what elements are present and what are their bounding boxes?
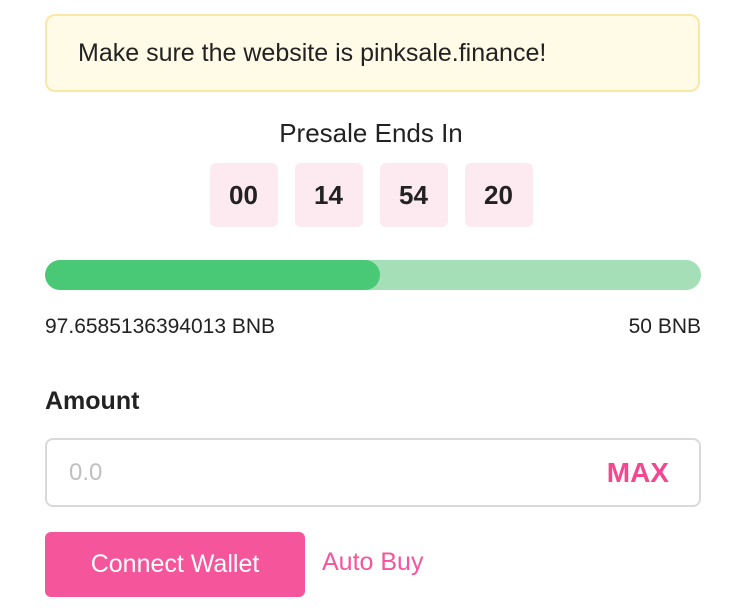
countdown-title: Presale Ends In — [279, 118, 463, 148]
notice-text: Make sure the website is pinksale.financ… — [78, 38, 547, 67]
connect-wallet-button[interactable]: Connect Wallet — [45, 532, 305, 597]
amount-field: MAX — [45, 438, 701, 507]
progress-bar — [45, 260, 701, 290]
timer-hours: 14 — [294, 163, 363, 227]
countdown-timer: 00 14 54 20 — [0, 163, 742, 227]
presale-panel: Make sure the website is pinksale.financ… — [0, 0, 742, 616]
cap-amount: 50 BNB — [628, 315, 701, 338]
raised-amount: 97.6585136394013 BNB — [45, 315, 276, 338]
auto-buy-link[interactable]: Auto Buy — [322, 548, 423, 577]
amount-input[interactable] — [69, 458, 607, 487]
progress-bar-fill — [45, 260, 380, 290]
timer-seconds: 20 — [464, 163, 533, 227]
max-button[interactable]: MAX — [607, 457, 669, 489]
timer-days: 00 — [209, 163, 278, 227]
timer-minutes: 54 — [379, 163, 448, 227]
progress-labels: 97.6585136394013 BNB 50 BNB — [45, 315, 701, 339]
amount-label: Amount — [45, 387, 140, 415]
warning-notice: Make sure the website is pinksale.financ… — [45, 14, 700, 92]
